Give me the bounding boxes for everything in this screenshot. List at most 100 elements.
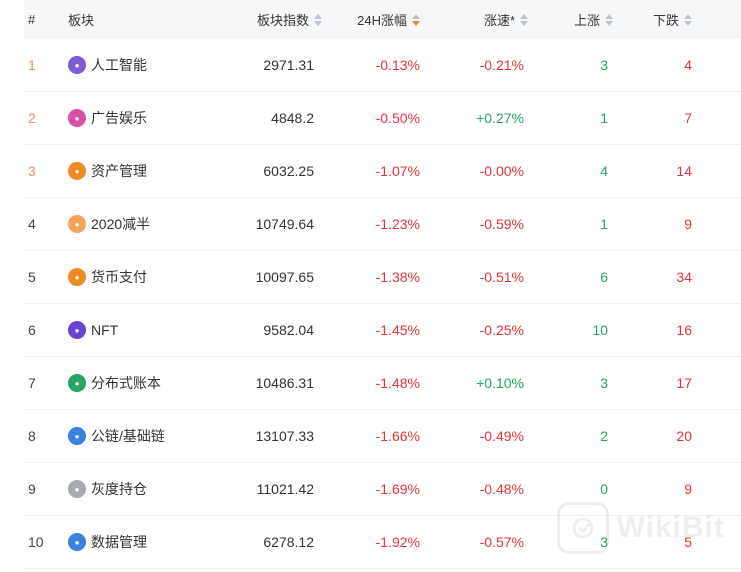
- sector-name-label: 2020减半: [91, 216, 151, 232]
- sort-icon[interactable]: [605, 13, 613, 26]
- row-24h-change: -1.92%: [375, 534, 420, 550]
- row-rank: 3: [28, 163, 36, 179]
- row-speed: -0.59%: [479, 216, 524, 232]
- row-sector-name[interactable]: ● 分布式账本: [68, 357, 161, 409]
- row-down-count: 4: [684, 57, 692, 73]
- row-speed: -0.21%: [479, 57, 524, 73]
- row-sector-index: 9582.04: [263, 322, 314, 338]
- header-24h-change-label: 24H涨幅: [357, 13, 407, 28]
- sort-icon[interactable]: [684, 13, 692, 26]
- row-up-count: 4: [600, 163, 608, 179]
- row-rank: 4: [28, 216, 36, 232]
- grayscale-icon: ●: [68, 480, 86, 498]
- sector-name-label: 资产管理: [91, 163, 147, 179]
- row-sector-name[interactable]: ● 数据管理: [68, 516, 147, 568]
- table-row[interactable]: 4 ● 2020减半 10749.64 -1.23% -0.59% 1 9: [24, 198, 741, 251]
- row-down-count: 17: [676, 375, 692, 391]
- row-24h-change: -1.66%: [375, 428, 420, 444]
- table-header: # 板块 板块指数 24H涨幅 涨速* 上涨 下跌: [24, 0, 741, 39]
- row-speed: -0.49%: [479, 428, 524, 444]
- row-sector-name[interactable]: ● 人工智能: [68, 39, 147, 91]
- data-icon: ●: [68, 533, 86, 551]
- row-24h-change: -1.69%: [375, 481, 420, 497]
- row-rank: 7: [28, 375, 36, 391]
- row-rank: 9: [28, 481, 36, 497]
- header-up-count[interactable]: 上涨: [574, 0, 613, 39]
- row-speed: -0.48%: [479, 481, 524, 497]
- table-row[interactable]: 1 ● 人工智能 2971.31 -0.13% -0.21% 3 4: [24, 39, 741, 92]
- row-up-count: 2: [600, 428, 608, 444]
- row-24h-change: -1.07%: [375, 163, 420, 179]
- table-row[interactable]: 3 ● 资产管理 6032.25 -1.07% -0.00% 4 14: [24, 145, 741, 198]
- asset-icon: ●: [68, 162, 86, 180]
- header-down-label: 下跌: [652, 13, 679, 28]
- row-down-count: 34: [676, 269, 692, 285]
- row-down-count: 9: [684, 216, 692, 232]
- row-sector-name[interactable]: ● 货币支付: [68, 251, 147, 303]
- row-sector-name[interactable]: ● 资产管理: [68, 145, 147, 197]
- row-up-count: 3: [600, 375, 608, 391]
- row-rank: 6: [28, 322, 36, 338]
- header-rank: #: [28, 12, 36, 27]
- row-24h-change: -0.13%: [375, 57, 420, 73]
- row-24h-change: -1.48%: [375, 375, 420, 391]
- row-speed: -0.25%: [479, 322, 524, 338]
- row-sector-index: 10749.64: [255, 216, 314, 232]
- sector-table: # 板块 板块指数 24H涨幅 涨速* 上涨 下跌 1 ● 人工智能 2971.31 -…: [24, 0, 741, 569]
- table-row[interactable]: 5 ● 货币支付 10097.65 -1.38% -0.51% 6 34: [24, 251, 741, 304]
- row-sector-name[interactable]: ● 2020减半: [68, 198, 150, 250]
- row-speed: -0.51%: [479, 269, 524, 285]
- table-row[interactable]: 7 ● 分布式账本 10486.31 -1.48% +0.10% 3 17: [24, 357, 741, 410]
- row-rank: 10: [28, 534, 44, 550]
- ai-icon: ●: [68, 56, 86, 74]
- sort-descending-icon[interactable]: [412, 13, 420, 26]
- row-24h-change: -0.50%: [375, 110, 420, 126]
- row-24h-change: -1.23%: [375, 216, 420, 232]
- sector-name-label: 分布式账本: [91, 375, 161, 391]
- row-sector-index: 4848.2: [271, 110, 314, 126]
- row-sector-index: 11021.42: [256, 481, 314, 497]
- row-up-count: 1: [600, 216, 608, 232]
- sector-name-label: 广告娱乐: [91, 110, 147, 126]
- sector-name-label: 数据管理: [91, 534, 147, 550]
- header-down-count[interactable]: 下跌: [653, 0, 692, 39]
- row-sector-name[interactable]: ● 公链/基础链: [68, 410, 165, 462]
- sort-icon[interactable]: [314, 13, 322, 26]
- row-sector-name[interactable]: ● NFT: [68, 304, 118, 356]
- table-row[interactable]: 2 ● 广告娱乐 4848.2 -0.50% +0.27% 1 7: [24, 92, 741, 145]
- row-rank: 8: [28, 428, 36, 444]
- row-down-count: 14: [676, 163, 692, 179]
- row-speed: -0.00%: [479, 163, 524, 179]
- row-sector-index: 6278.12: [263, 534, 314, 550]
- row-speed: +0.10%: [476, 375, 524, 391]
- row-24h-change: -1.45%: [375, 322, 420, 338]
- row-sector-index: 2971.31: [263, 57, 314, 73]
- row-down-count: 7: [684, 110, 692, 126]
- media-icon: ●: [68, 109, 86, 127]
- sort-icon[interactable]: [520, 13, 528, 26]
- row-rank: 1: [28, 57, 36, 73]
- nft-icon: ●: [68, 321, 86, 339]
- header-sector-index[interactable]: 板块指数: [257, 0, 322, 39]
- row-sector-name[interactable]: ● 广告娱乐: [68, 92, 147, 144]
- row-sector-index: 10097.65: [255, 269, 314, 285]
- row-sector-name[interactable]: ● 灰度持仓: [68, 463, 147, 515]
- wikibit-logo-icon: [556, 502, 609, 554]
- header-24h-change[interactable]: 24H涨幅: [357, 0, 420, 39]
- sector-name-label: 公链/基础链: [91, 428, 165, 444]
- row-up-count: 6: [600, 269, 608, 285]
- table-row[interactable]: 8 ● 公链/基础链 13107.33 -1.66% -0.49% 2 20: [24, 410, 741, 463]
- table-row[interactable]: 6 ● NFT 9582.04 -1.45% -0.25% 10 16: [24, 304, 741, 357]
- sector-name-label: 人工智能: [91, 57, 147, 73]
- row-rank: 5: [28, 269, 36, 285]
- row-sector-index: 13107.33: [255, 428, 314, 444]
- row-up-count: 1: [600, 110, 608, 126]
- ledger-icon: ●: [68, 374, 86, 392]
- row-down-count: 16: [676, 322, 692, 338]
- watermark: WikiBit: [556, 502, 725, 554]
- sector-name-label: NFT: [91, 322, 119, 338]
- watermark-text: WikiBit: [616, 511, 725, 544]
- header-speed[interactable]: 涨速*: [484, 0, 528, 39]
- chain-icon: ●: [68, 427, 86, 445]
- header-sector-index-label: 板块指数: [256, 13, 309, 28]
